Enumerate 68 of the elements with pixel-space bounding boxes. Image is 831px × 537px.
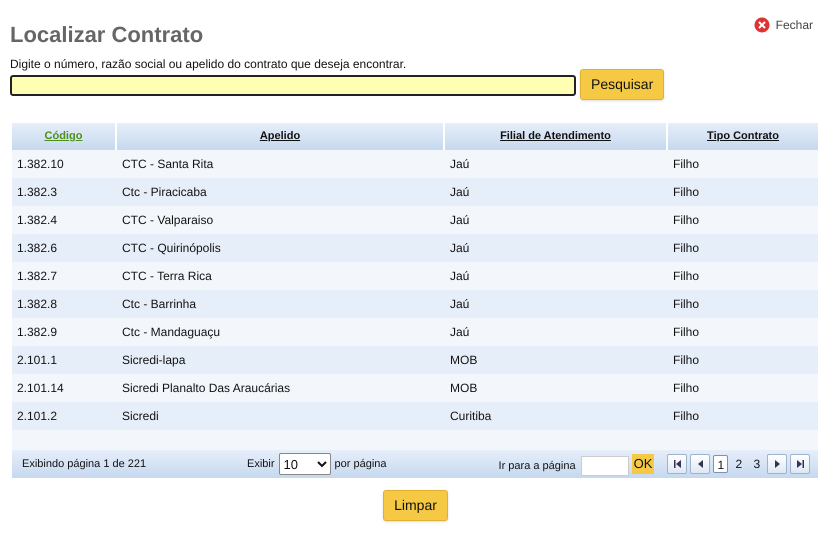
table-cell-text: 1.382.7 xyxy=(16,268,58,285)
ok-button[interactable]: OK xyxy=(632,454,654,474)
table-cell-text: Sicredi xyxy=(121,408,160,425)
table-cell-text: Filho xyxy=(672,240,700,257)
table-cell-text: Sicredi-lapa xyxy=(121,352,186,369)
table-cell-text: Jaú xyxy=(449,212,470,229)
close-button[interactable]: Fechar xyxy=(754,16,813,34)
first-page-icon xyxy=(674,460,681,468)
column-header[interactable]: Apelido xyxy=(117,123,443,150)
table-cell-text: Jaú xyxy=(449,324,470,341)
close-icon xyxy=(754,17,770,33)
table-cell-text: Jaú xyxy=(449,240,470,257)
search-button[interactable]: Pesquisar xyxy=(580,69,664,100)
search-field[interactable] xyxy=(10,75,576,96)
page-info: Exibindo página 1 de 221 xyxy=(22,456,148,472)
search-label: Digite o número, razão social ou apelido do contrato que deseja encontrar. xyxy=(10,57,408,71)
show-label: Exibir xyxy=(247,456,275,472)
table-cell-text: Filho xyxy=(672,296,700,313)
table-cell-text: 2.101.1 xyxy=(16,352,58,369)
table-cell-text: MOB xyxy=(449,352,478,369)
page-button[interactable]: 3 xyxy=(749,455,764,473)
table-cell-text: Filho xyxy=(672,156,700,173)
last-page-icon xyxy=(796,460,804,468)
table-cell-text: Filho xyxy=(672,184,700,201)
table-cell-text: Ctc - Piracicaba xyxy=(121,184,208,201)
table-cell-text: Sicredi Planalto Das Araucárias xyxy=(121,380,292,397)
column-header[interactable]: Filial de Atendimento xyxy=(445,123,666,150)
page-button[interactable]: 1 xyxy=(713,455,728,473)
table-cell-text: Filho xyxy=(672,212,700,229)
table-cell-text: CTC - Quirinópolis xyxy=(121,240,222,257)
table-cell-text: Jaú xyxy=(449,156,470,173)
table-cell-text: CTC - Santa Rita xyxy=(121,156,214,173)
goto-field[interactable] xyxy=(580,456,629,476)
table-cell-text: Ctc - Mandaguaçu xyxy=(121,324,222,341)
next-page-icon xyxy=(774,460,780,468)
table-cell-text: 1.382.3 xyxy=(16,184,58,201)
clear-button[interactable]: Limpar xyxy=(383,490,448,521)
table-cell-text: CTC - Terra Rica xyxy=(121,268,213,285)
table-cell-text: Filho xyxy=(672,408,700,425)
table-cell-text: MOB xyxy=(449,380,478,397)
page-size-select[interactable]: 10 xyxy=(278,453,331,475)
table-cell-text: Filho xyxy=(672,268,700,285)
table-cell-text: Jaú xyxy=(449,296,470,313)
table-cell-text: 2.101.14 xyxy=(16,380,65,397)
table-cell-text: CTC - Valparaiso xyxy=(121,212,214,229)
table-cell-text: Filho xyxy=(672,380,700,397)
table-cell-text: Jaú xyxy=(449,268,470,285)
previous-page-icon xyxy=(698,460,703,468)
per-page-label: por página xyxy=(334,456,387,472)
table-cell-text: 1.382.9 xyxy=(16,324,58,341)
column-header[interactable]: Tipo Contrato xyxy=(668,123,818,150)
table-cell-text: Filho xyxy=(672,324,700,341)
first-page-button[interactable] xyxy=(667,454,688,474)
next-page-button[interactable] xyxy=(767,454,788,474)
table-cell-text: 2.101.2 xyxy=(16,408,58,425)
previous-page-button[interactable] xyxy=(690,454,710,474)
table-cell-text: 1.382.4 xyxy=(16,212,58,229)
table-cell-text: Curitiba xyxy=(449,408,492,425)
table-cell-text: 1.382.8 xyxy=(16,296,58,313)
page-button[interactable]: 2 xyxy=(731,455,746,473)
last-page-button[interactable] xyxy=(790,454,810,474)
table-cell-text: Jaú xyxy=(449,184,470,201)
table-cell-text: 1.382.6 xyxy=(16,240,58,257)
page-title: Localizar Contrato xyxy=(10,22,204,48)
table-cell-text: Ctc - Barrinha xyxy=(121,296,198,313)
table-cell-text: 1.382.10 xyxy=(16,156,65,173)
goto-label: Ir para a página xyxy=(498,458,576,474)
table-cell-text: Filho xyxy=(672,352,700,369)
